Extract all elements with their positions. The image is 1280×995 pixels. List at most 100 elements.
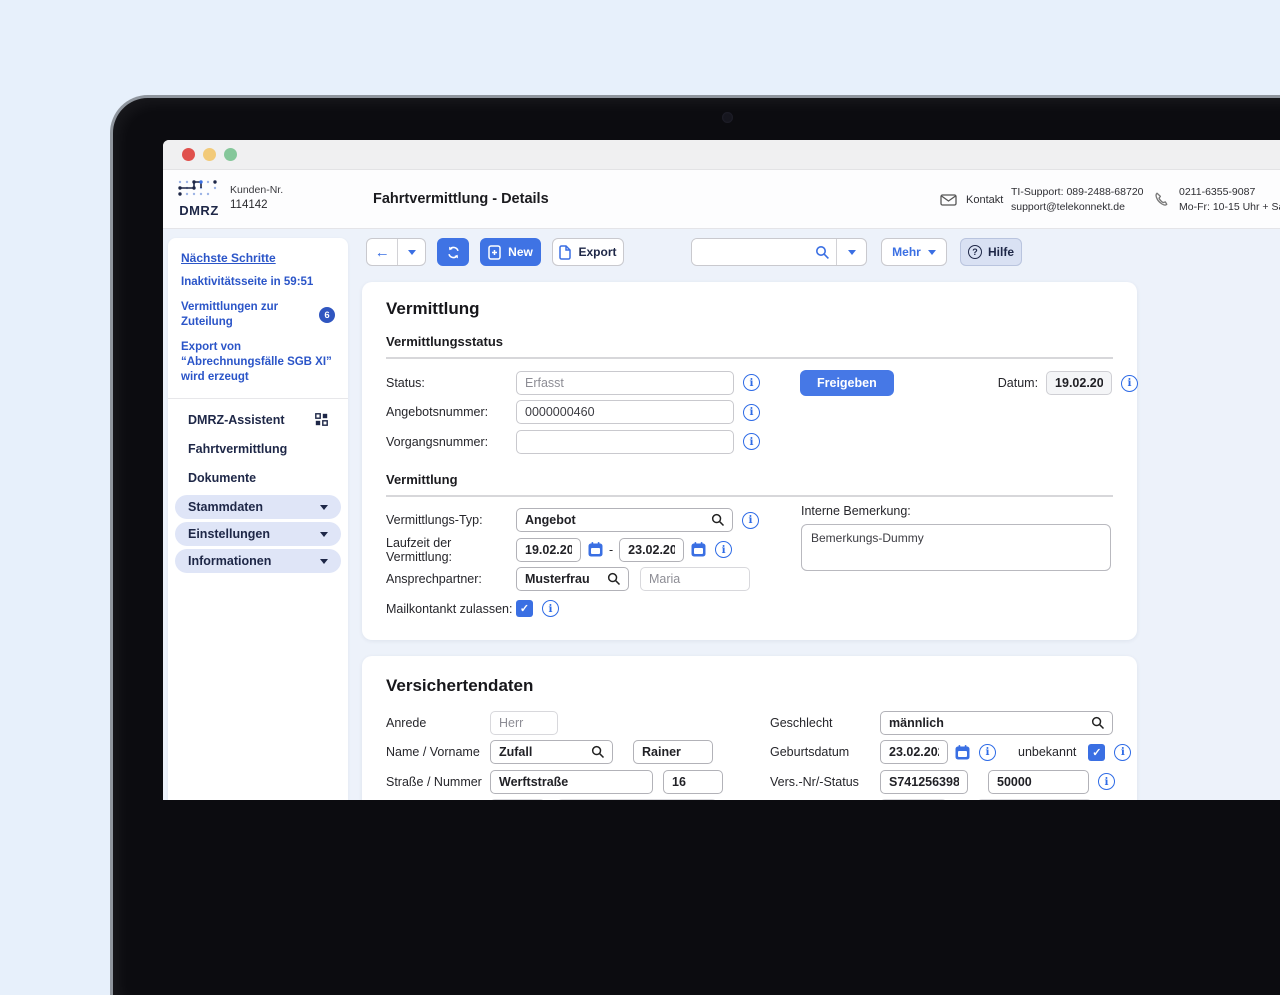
calendar-icon[interactable] — [588, 542, 603, 557]
chevron-down-icon — [408, 250, 416, 255]
export-button[interactable]: Export — [552, 238, 624, 266]
sidebar-item-dmrz-assistent[interactable]: DMRZ-Assistent — [181, 405, 335, 434]
close-window-icon[interactable] — [182, 148, 195, 161]
hilfe-button[interactable]: ? Hilfe — [960, 238, 1022, 266]
name-combo — [490, 740, 613, 764]
content-area: Nächste Schritte Inaktivitätsseite in 59… — [163, 229, 1280, 800]
section-title-vermittlung: Vermittlung — [386, 472, 1113, 497]
anrede-input[interactable] — [490, 711, 558, 735]
search-icon[interactable] — [607, 572, 621, 586]
checkbox-checked-icon[interactable] — [1088, 744, 1105, 761]
search-icon[interactable] — [815, 245, 830, 260]
versichertendaten-card: Versichertendaten Anrede Geschlecht — [362, 656, 1137, 800]
sidebar-item-inactivity[interactable]: Inaktivitätsseite in 59:51 — [181, 275, 335, 290]
datum-input[interactable] — [1046, 371, 1112, 395]
sidebar-item-export-notice[interactable]: Export von “Abrechnungsfälle SGB XI” wir… — [181, 340, 335, 385]
menu-label: Informationen — [188, 554, 271, 568]
hausnummer-input[interactable] — [663, 770, 723, 794]
new-document-icon — [488, 245, 501, 260]
status-input[interactable] — [516, 371, 734, 395]
freigeben-button[interactable]: Freigeben — [800, 370, 894, 396]
laufzeit-von-input[interactable] — [516, 538, 581, 562]
calendar-icon[interactable] — [691, 542, 706, 557]
versnr-label: Vers.-Nr/-Status — [770, 775, 880, 789]
info-icon[interactable]: i — [743, 374, 760, 391]
info-icon[interactable]: i — [715, 541, 732, 558]
info-icon[interactable]: i — [743, 433, 760, 450]
chevron-down-icon — [320, 505, 328, 510]
new-button[interactable]: New — [480, 238, 541, 266]
menu-label: Dokumente — [188, 471, 256, 485]
mail-icon — [940, 194, 957, 206]
info-icon[interactable]: i — [1121, 375, 1138, 392]
vermittlungstyp-label: Vermittlungs-Typ: — [386, 513, 516, 527]
info-icon[interactable]: i — [979, 744, 996, 761]
angebotsnummer-input[interactable] — [516, 400, 734, 424]
anrede-geschlecht-row: Anrede Geschlecht — [386, 708, 1113, 738]
search-dropdown-button[interactable] — [837, 250, 866, 255]
refresh-button[interactable] — [437, 238, 469, 266]
search-icon[interactable] — [711, 513, 725, 527]
vermittlung-card: Vermittlung Vermittlungsstatus Status: i… — [362, 282, 1137, 640]
back-dropdown-button[interactable] — [397, 239, 425, 265]
vermittlungstyp-input[interactable] — [516, 508, 733, 532]
sidebar: Nächste Schritte Inaktivitätsseite in 59… — [168, 238, 348, 800]
sidebar-item-informationen[interactable]: Informationen — [175, 549, 341, 573]
back-button[interactable]: ← — [367, 239, 397, 265]
info-icon[interactable]: i — [1098, 773, 1115, 790]
app-header: DMRZ Kunden-Nr. 114142 Fahrtvermittlung … — [163, 170, 1280, 229]
sidebar-item-fahrtvermittlung[interactable]: Fahrtvermittlung — [181, 434, 335, 463]
sidebar-item-stammdaten[interactable]: Stammdaten — [175, 495, 341, 519]
sidebar-item-dokumente[interactable]: Dokumente — [181, 463, 335, 492]
versnr-input[interactable] — [880, 770, 968, 794]
ansprechpartner-combo — [516, 567, 629, 591]
calendar-icon[interactable] — [955, 745, 970, 760]
strasse-input[interactable] — [490, 770, 653, 794]
search-icon[interactable] — [591, 745, 605, 759]
angebotsnummer-row: Angebotsnummer: i — [386, 398, 1113, 428]
export-button-label: Export — [578, 245, 616, 259]
back-split-button: ← — [366, 238, 426, 266]
geburtsdatum-input[interactable] — [880, 740, 948, 764]
vorgangsnummer-input[interactable] — [516, 430, 734, 454]
bemerkung-textarea[interactable]: Bemerkungs-Dummy — [801, 524, 1111, 571]
info-icon[interactable]: i — [743, 404, 760, 421]
vorname-input[interactable] — [633, 740, 713, 764]
vermittlung-section: Vermittlungs-Typ: i Laufzeit der Vermitt… — [386, 506, 1113, 624]
versicherte-rows: Anrede Geschlecht — [386, 708, 1113, 800]
laufzeit-bis-input[interactable] — [619, 538, 684, 562]
ansprechpartner-vorname-input[interactable] — [640, 567, 750, 591]
sidebar-item-zuteilung[interactable]: Vermittlungen zur Zuteilung 6 — [181, 300, 335, 330]
minimize-window-icon[interactable] — [203, 148, 216, 161]
mehr-button-label: Mehr — [892, 245, 921, 259]
info-icon[interactable]: i — [1114, 744, 1131, 761]
versstatus-input[interactable] — [988, 770, 1089, 794]
mehr-button[interactable]: Mehr — [881, 238, 947, 266]
contact-link[interactable]: Kontakt — [940, 170, 1003, 229]
strasse-label: Straße / Nummer — [386, 775, 490, 789]
search-icon[interactable] — [1091, 716, 1105, 730]
angebotsnummer-label: Angebotsnummer: — [386, 405, 516, 419]
status-label: Status: — [386, 376, 516, 390]
next-steps-heading[interactable]: Nächste Schritte — [181, 251, 335, 265]
laufzeit-label: Laufzeit der Vermittlung: — [386, 536, 516, 564]
search-input[interactable] — [692, 239, 815, 265]
dmrz-logo[interactable]: DMRZ — [176, 179, 222, 218]
ti-support-info: TI-Support: 089-2488-68720 support@telek… — [1011, 170, 1144, 229]
vorgangsnummer-label: Vorgangsnummer: — [386, 435, 516, 449]
unbekannt-label: unbekannt — [1018, 745, 1076, 759]
sidebar-item-einstellungen[interactable]: Einstellungen — [175, 522, 341, 546]
section-title-vermittlungsstatus: Vermittlungsstatus — [386, 334, 1113, 359]
customer-number-label: Kunden-Nr. — [230, 183, 283, 198]
partial-bottom-row — [386, 797, 1113, 801]
info-icon[interactable]: i — [542, 600, 559, 617]
checkbox-checked-icon[interactable] — [516, 600, 533, 617]
sidebar-divider — [168, 398, 348, 399]
chevron-down-icon — [320, 559, 328, 564]
search-box — [691, 238, 867, 266]
geschlecht-input[interactable] — [880, 711, 1113, 735]
maximize-window-icon[interactable] — [224, 148, 237, 161]
info-icon[interactable]: i — [742, 512, 759, 529]
ti-support-email: support@telekonnekt.de — [1011, 200, 1144, 215]
anrede-label: Anrede — [386, 716, 490, 730]
